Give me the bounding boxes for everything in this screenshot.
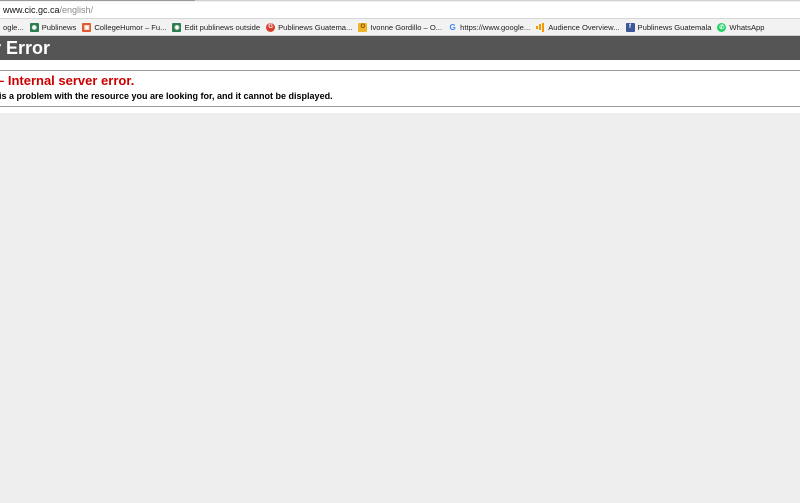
bookmark-label: WhatsApp — [729, 22, 765, 32]
active-tab-edge[interactable] — [0, 0, 195, 1]
bookmark-google-url[interactable]: G https://www.google... — [445, 20, 533, 34]
bookmark-label: Publinews Guatemala — [637, 22, 712, 32]
bookmark-edit-publinews[interactable]: ◉ Edit publinews outside — [169, 20, 263, 34]
publinews-icon: ◉ — [29, 22, 39, 32]
bookmark-publinews[interactable]: ◉ Publinews — [27, 20, 80, 34]
analytics-icon — [536, 22, 545, 32]
page-title: r Error — [0, 38, 51, 58]
bookmark-label: Ivonne Gordillo – O... — [370, 22, 443, 32]
facebook-icon: f — [625, 22, 635, 32]
bookmark-collegehumor[interactable]: ▣ CollegeHumor – Fu... — [79, 20, 169, 34]
page-title-bar: r Error — [0, 36, 800, 60]
url-host: www.cic.gc.ca — [3, 5, 60, 15]
bookmarks-bar: ogle... ◉ Publinews ▣ CollegeHumor – Fu.… — [0, 19, 800, 35]
bookmark-audience-overview[interactable]: Audience Overview... — [533, 20, 622, 34]
bookmark-publinews-guatemala-gplus[interactable]: G Publinews Guatema... — [263, 20, 355, 34]
whatsapp-icon: ✆ — [717, 22, 727, 32]
bookmark-label: https://www.google... — [460, 22, 531, 32]
error-box: – Internal server error. is a problem wi… — [0, 70, 800, 107]
error-description: is a problem with the resource you are l… — [0, 91, 333, 101]
publinews-icon: ◉ — [172, 22, 182, 32]
browser-chrome: www.cic.gc.ca/english/ ogle... ◉ Publine… — [0, 0, 800, 36]
bookmark-label: Publinews Guatema... — [278, 22, 353, 32]
google-plus-icon: G — [266, 22, 276, 32]
bookmark-label: Audience Overview... — [548, 22, 620, 32]
bookmark-google[interactable]: ogle... — [0, 20, 27, 34]
collegehumor-icon: ▣ — [82, 22, 92, 32]
bookmark-label: CollegeHumor – Fu... — [94, 22, 167, 32]
error-heading: – Internal server error. — [0, 73, 135, 88]
bookmark-ivonne-gordillo[interactable]: O Ivonne Gordillo – O... — [355, 20, 445, 34]
bookmark-publinews-guatemala-fb[interactable]: f Publinews Guatemala — [623, 20, 715, 34]
bookmark-label: Edit publinews outside — [184, 22, 261, 32]
bookmark-whatsapp[interactable]: ✆ WhatsApp — [714, 20, 767, 34]
address-bar[interactable]: www.cic.gc.ca/english/ — [0, 2, 800, 19]
bookmark-label: ogle... — [3, 22, 24, 32]
url-path: /english/ — [59, 5, 94, 15]
outlook-icon: O — [358, 22, 368, 32]
google-icon: G — [449, 22, 456, 32]
bookmark-label: Publinews — [41, 22, 77, 32]
